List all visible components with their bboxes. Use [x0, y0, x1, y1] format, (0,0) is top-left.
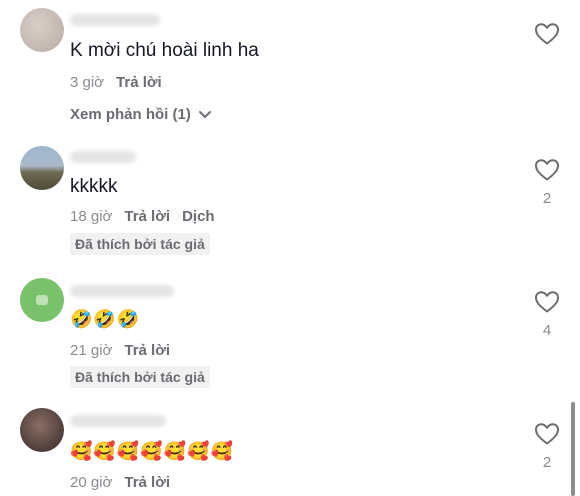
comment-text: K mời chú hoài linh ha — [70, 40, 259, 61]
chevron-down-icon — [199, 111, 212, 119]
scrollbar[interactable] — [571, 402, 575, 496]
like-count: 2 — [542, 190, 552, 207]
comment-meta: 3 giờ Trả lời — [70, 74, 162, 91]
view-replies-button[interactable]: Xem phản hồi (1) — [70, 106, 212, 123]
comment-meta: 18 giờ Trả lời Dịch — [70, 208, 215, 225]
reply-button[interactable]: Trả lời — [124, 474, 170, 491]
translate-button[interactable]: Dịch — [182, 208, 215, 225]
comment-text: kkkkk — [70, 176, 118, 197]
reply-button[interactable]: Trả lời — [116, 74, 162, 91]
view-replies-label: Xem phản hồi (1) — [70, 106, 191, 123]
username-blurred[interactable] — [70, 14, 160, 26]
avatar[interactable] — [20, 8, 64, 52]
like-button[interactable] — [533, 22, 561, 54]
comment-time: 21 giờ — [70, 342, 113, 359]
comment-time: 3 giờ — [70, 74, 105, 91]
username-blurred[interactable] — [70, 285, 174, 297]
like-count: 2 — [542, 454, 552, 471]
heart-outline-icon — [535, 423, 559, 445]
comment-time: 18 giờ — [70, 208, 113, 225]
like-button[interactable]: 2 — [533, 422, 561, 471]
like-button[interactable]: 2 — [533, 158, 561, 207]
reply-button[interactable]: Trả lời — [124, 342, 170, 359]
avatar-glyph — [36, 295, 48, 305]
comment-text: 🥰🥰🥰🥰🥰🥰🥰 — [70, 441, 234, 462]
heart-outline-icon — [535, 291, 559, 313]
avatar[interactable] — [20, 278, 64, 322]
liked-by-author-badge: Đã thích bởi tác giả — [70, 233, 210, 255]
avatar[interactable] — [20, 146, 64, 190]
comment-text: 🤣🤣🤣 — [70, 309, 141, 330]
username-blurred[interactable] — [70, 151, 136, 163]
reply-button[interactable]: Trả lời — [124, 208, 170, 225]
avatar[interactable] — [20, 408, 64, 452]
username-blurred[interactable] — [70, 415, 166, 427]
like-count: 4 — [542, 322, 552, 339]
comment-meta: 21 giờ Trả lời — [70, 342, 170, 359]
liked-by-author-badge: Đã thích bởi tác giả — [70, 366, 210, 388]
like-button[interactable]: 4 — [533, 290, 561, 339]
comment-time: 20 giờ — [70, 474, 113, 491]
heart-outline-icon — [535, 23, 559, 45]
heart-outline-icon — [535, 159, 559, 181]
comment-meta: 20 giờ Trả lời — [70, 474, 170, 491]
